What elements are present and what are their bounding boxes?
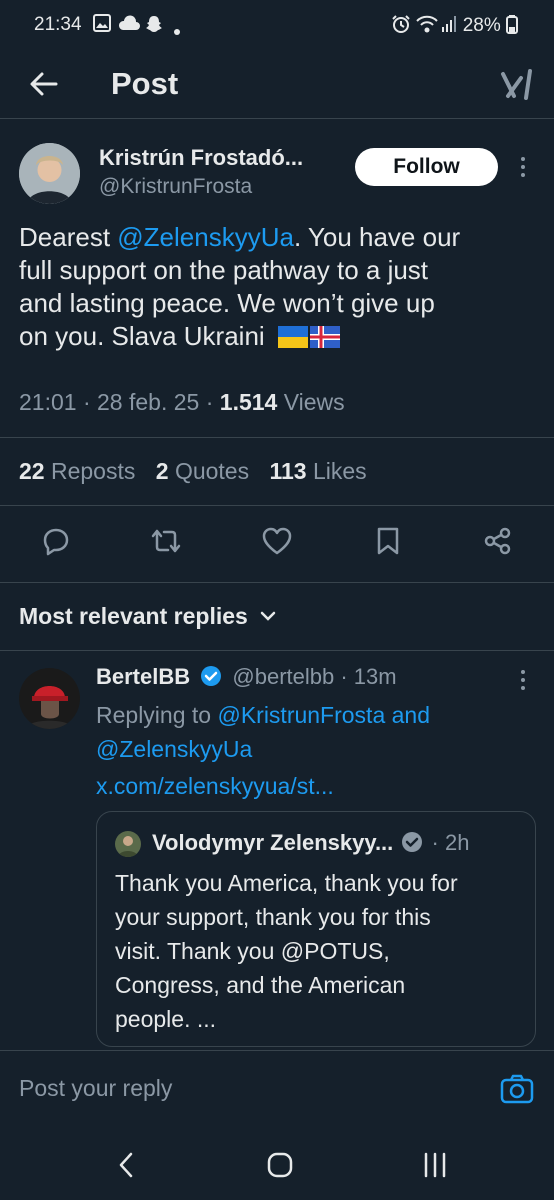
- quoted-post-text: Thank you America, thank you for your su…: [115, 870, 458, 1032]
- reposts-stat[interactable]: 22 Reposts: [19, 458, 135, 484]
- views-label: Views: [283, 389, 345, 415]
- likes-stat[interactable]: 113 Likes: [269, 458, 366, 484]
- nav-home-icon[interactable]: [265, 1150, 295, 1185]
- author-handle[interactable]: @KristrunFrosta: [99, 175, 252, 199]
- post-time: 21:01: [19, 389, 77, 415]
- cloud-icon: [117, 14, 141, 37]
- verified-badge-icon: [200, 665, 222, 693]
- battery-percent: 28%: [462, 15, 501, 36]
- quoted-author-name: Volodymyr Zelenskyy...: [152, 830, 394, 855]
- post-meta: 21:01 · 28 feb. 25 · 1.514 Views: [19, 389, 345, 415]
- like-heart-icon[interactable]: [261, 526, 293, 558]
- post-text-line-4: on you. Slava Ukraini: [19, 320, 539, 356]
- battery-indicator: 28%: [463, 14, 518, 37]
- reply-input[interactable]: Post your reply: [19, 1075, 172, 1102]
- reply-more-options-icon[interactable]: [521, 670, 527, 694]
- post-text: Dearest @ZelenskyyUa. You have our full …: [19, 221, 539, 356]
- system-nav-bar: [0, 1128, 554, 1200]
- flag-iceland-icon: [309, 323, 340, 356]
- camera-icon[interactable]: [500, 1073, 534, 1110]
- nav-back-icon[interactable]: [116, 1150, 136, 1185]
- reply-author-handle[interactable]: @bertelbb: [232, 664, 334, 689]
- grok-icon[interactable]: [500, 68, 534, 107]
- status-time: 21:34: [34, 14, 82, 35]
- reply-compose-bar: Post your reply: [0, 1050, 554, 1129]
- quoted-post-card[interactable]: Volodymyr Zelenskyy... · 2h Thank you Am…: [96, 811, 536, 1047]
- reply-icon[interactable]: [40, 526, 72, 558]
- top-app-bar: Post: [0, 50, 554, 119]
- replies-sort-dropdown[interactable]: Most relevant replies: [19, 601, 276, 630]
- follow-button[interactable]: Follow: [355, 148, 498, 186]
- divider: [0, 650, 554, 651]
- signal-icon: [441, 14, 457, 39]
- reply-author-name[interactable]: BertelBB: [96, 664, 190, 689]
- post-text-line-3: and lasting peace. We won’t give up: [19, 288, 435, 318]
- views-count: 1.514: [219, 389, 278, 415]
- author-avatar[interactable]: [19, 143, 80, 204]
- post-action-bar: [0, 505, 554, 583]
- post-text-line-1: Dearest @ZelenskyyUa. You have our: [19, 222, 461, 252]
- repost-icon[interactable]: [149, 526, 181, 558]
- wifi-icon: [415, 14, 439, 39]
- notification-dot-icon: [174, 22, 180, 40]
- quoted-author-avatar: [115, 831, 141, 857]
- back-arrow-icon[interactable]: [28, 68, 60, 105]
- chevron-down-icon: [260, 601, 276, 628]
- flag-ukraine-icon: [277, 323, 308, 356]
- bookmark-icon[interactable]: [374, 526, 406, 558]
- reply-header: BertelBB @bertelbb · 13m: [96, 664, 397, 693]
- quoted-post-header: Volodymyr Zelenskyy... · 2h: [152, 830, 469, 859]
- replying-to-user-1[interactable]: @KristrunFrosta: [217, 702, 385, 728]
- share-icon[interactable]: [483, 526, 515, 558]
- replying-to: Replying to @KristrunFrosta and @Zelensk…: [96, 702, 431, 762]
- reply-author-avatar[interactable]: [19, 668, 80, 729]
- snapchat-icon: [144, 14, 164, 39]
- gallery-icon: [93, 14, 111, 37]
- post-stats: 22 Reposts 2 Quotes 113 Likes: [19, 458, 367, 485]
- more-options-icon[interactable]: [521, 157, 527, 181]
- alarm-icon: [391, 14, 411, 39]
- quotes-stat[interactable]: 2 Quotes: [156, 458, 249, 484]
- post-date: 28 feb. 25: [97, 389, 200, 415]
- replying-to-user-2[interactable]: @ZelenskyyUa: [96, 736, 252, 762]
- page-title: Post: [111, 66, 179, 101]
- nav-recents-icon[interactable]: [420, 1151, 450, 1184]
- gray-verified-badge-icon: [401, 831, 423, 859]
- mention-link[interactable]: @ZelenskyyUa: [117, 222, 294, 252]
- post-text-line-2: full support on the pathway to a just: [19, 255, 429, 285]
- quoted-post-age: 2h: [444, 830, 470, 855]
- divider: [0, 437, 554, 438]
- replies-heading: Most relevant replies: [19, 603, 248, 629]
- author-name[interactable]: Kristrún Frostadó...: [99, 145, 303, 171]
- status-bar: 21:34 28%: [0, 0, 554, 50]
- reply-link[interactable]: x.com/zelenskyyua/st...: [96, 773, 334, 800]
- battery-icon: [506, 15, 518, 34]
- reply-age: 13m: [353, 664, 397, 689]
